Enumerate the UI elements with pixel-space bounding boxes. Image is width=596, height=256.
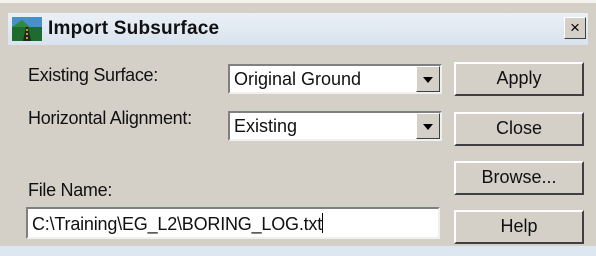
file-name-label: File Name: [28, 180, 113, 200]
dialog-title: Import Subsurface [48, 18, 220, 39]
existing-surface-label: Existing Surface: [28, 65, 158, 85]
help-button[interactable]: Help [454, 210, 584, 244]
apply-button[interactable]: Apply [454, 62, 584, 96]
existing-surface-select[interactable]: Original Ground [228, 64, 442, 94]
existing-surface-dropdown-button[interactable] [416, 66, 440, 92]
horizontal-alignment-value: Existing [234, 116, 298, 136]
horizontal-alignment-label: Horizontal Alignment: [28, 108, 192, 128]
title-bar: Import Subsurface × [8, 13, 588, 45]
import-subsurface-dialog: Import Subsurface × Existing Surface: Or… [0, 0, 596, 246]
browse-button[interactable]: Browse... [454, 161, 584, 195]
horizontal-alignment-dropdown-button[interactable] [416, 113, 440, 139]
file-name-input[interactable]: C:\Training\EG_L2\BORING_LOG.txt [26, 207, 440, 239]
road-terrain-icon [12, 17, 42, 41]
horizontal-alignment-select[interactable]: Existing [228, 111, 442, 141]
text-caret [322, 213, 324, 233]
close-button[interactable]: Close [454, 112, 584, 146]
file-name-value: C:\Training\EG_L2\BORING_LOG.txt [32, 214, 323, 234]
close-window-button[interactable]: × [564, 17, 586, 39]
existing-surface-value: Original Ground [234, 69, 362, 89]
